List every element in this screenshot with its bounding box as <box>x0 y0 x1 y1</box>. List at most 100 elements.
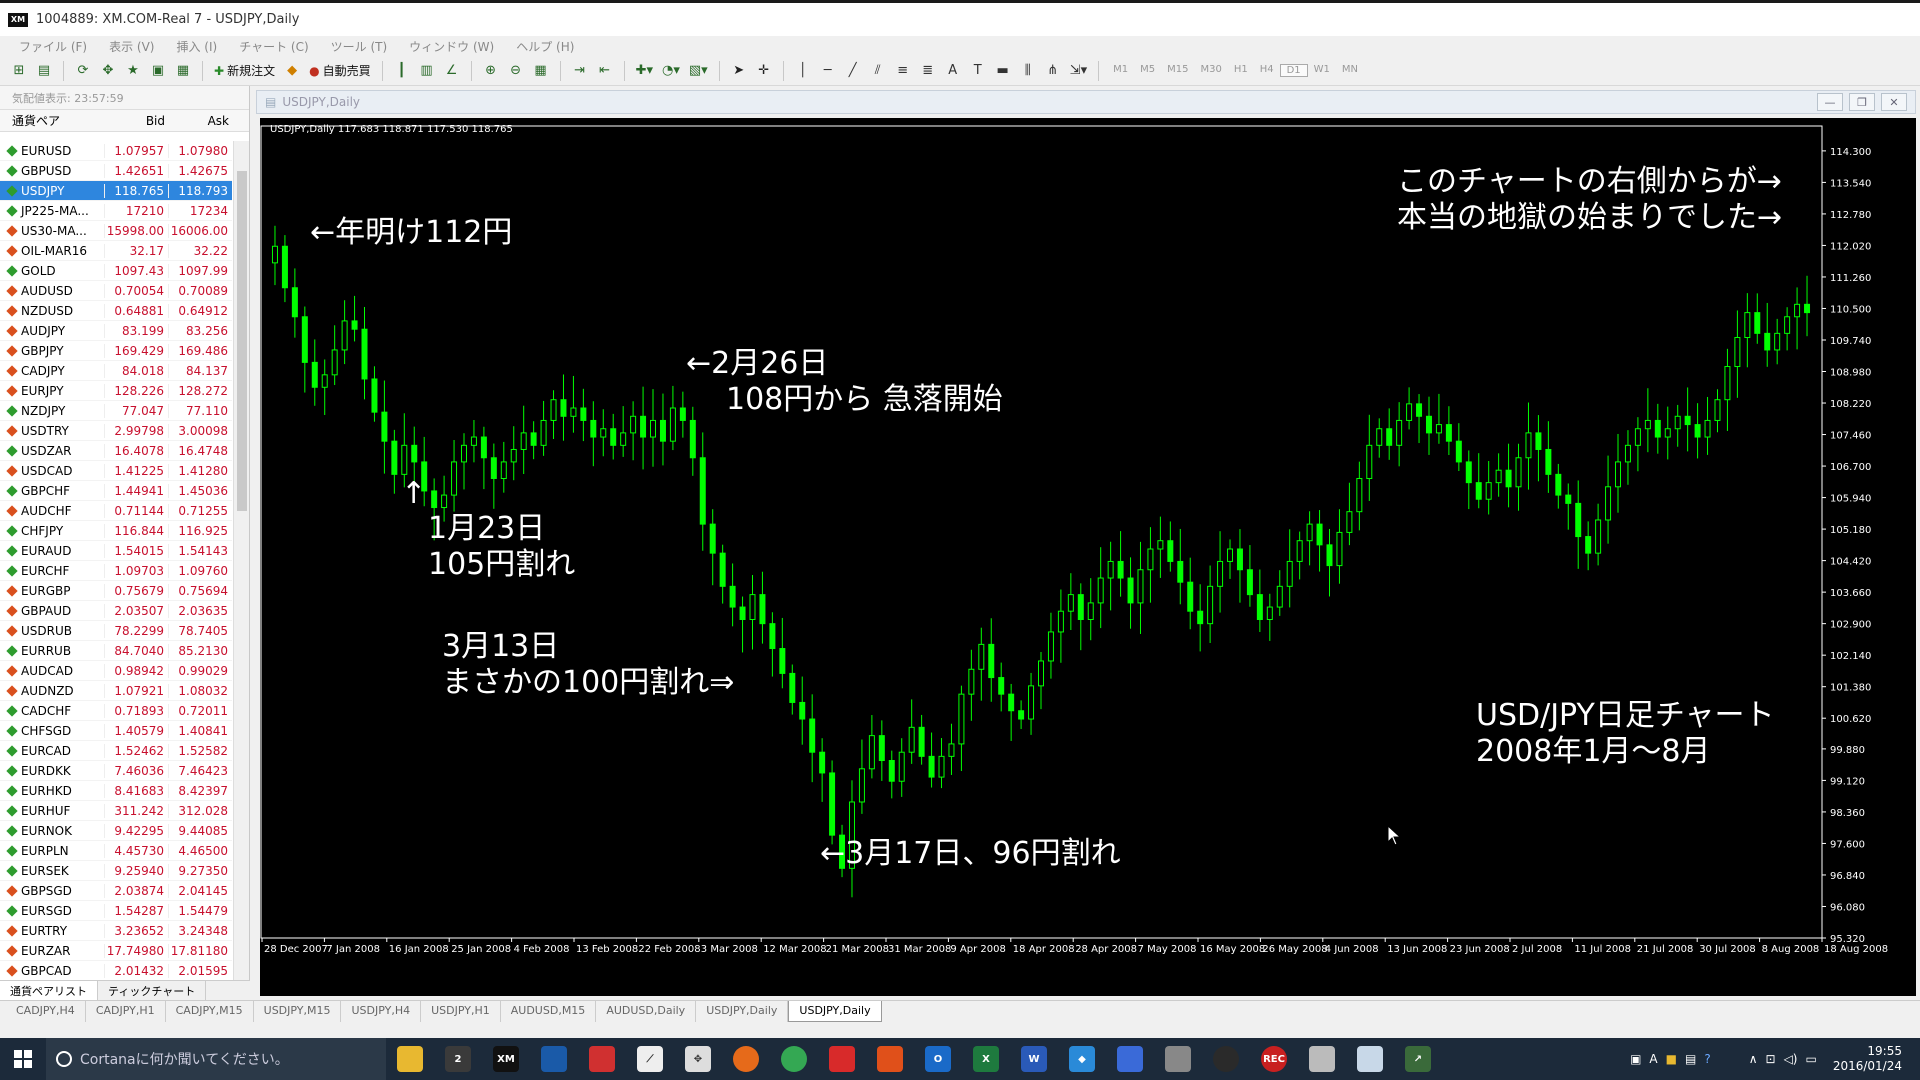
market-watch-row[interactable]: GBPUSD 1.42651 1.42675 <box>0 161 232 181</box>
taskbar-outlook[interactable]: O <box>914 1038 962 1080</box>
autoscroll-icon[interactable]: ⇥ <box>569 60 591 82</box>
tester-button[interactable]: ▦ <box>172 60 194 82</box>
templates-icon[interactable]: ▧▾ <box>686 60 711 82</box>
market-watch-row[interactable]: AUDNZD 1.07921 1.08032 <box>0 681 232 701</box>
taskbar-app-6[interactable] <box>818 1038 866 1080</box>
market-watch-row[interactable]: USDZAR 16.4078 16.4748 <box>0 441 232 461</box>
timeframe-button[interactable]: D1 <box>1279 64 1308 77</box>
text-label-icon[interactable]: T <box>967 60 989 82</box>
periods-icon[interactable]: ◔▾ <box>659 60 683 82</box>
taskbar-app-13[interactable] <box>1346 1038 1394 1080</box>
chart-tab[interactable]: AUDUSD,Daily <box>596 1001 697 1022</box>
zoom-out-icon[interactable]: ⊖ <box>505 60 527 82</box>
market-watch-row[interactable]: EURSEK 9.25940 9.27350 <box>0 861 232 881</box>
market-watch-row[interactable]: NZDJPY 77.047 77.110 <box>0 401 232 421</box>
pitchfork-icon[interactable]: ⋔ <box>1042 60 1064 82</box>
market-watch-row[interactable]: AUDJPY 83.199 83.256 <box>0 321 232 341</box>
chart-tab[interactable]: CADJPY,H1 <box>86 1001 166 1022</box>
navigator-button[interactable]: ★ <box>122 60 144 82</box>
market-watch-row[interactable]: AUDUSD 0.70054 0.70089 <box>0 281 232 301</box>
market-watch-row[interactable]: USDJPY 118.765 118.793 <box>0 181 232 201</box>
market-watch-row[interactable]: EURZAR 17.74980 17.81180 <box>0 941 232 961</box>
taskbar-word[interactable]: W <box>1010 1038 1058 1080</box>
chart-tab[interactable]: CADJPY,M15 <box>166 1001 254 1022</box>
menu-item[interactable]: ファイル (F) <box>8 38 98 55</box>
taskbar-xm[interactable]: XM <box>482 1038 530 1080</box>
market-watch-row[interactable]: GBPJPY 169.429 169.486 <box>0 341 232 361</box>
market-watch-tab[interactable]: ティックチャート <box>98 981 207 1000</box>
market-watch-row[interactable]: CADCHF 0.71893 0.72011 <box>0 701 232 721</box>
taskbar-rec[interactable]: REC <box>1250 1038 1298 1080</box>
market-watch-row[interactable]: US30-MA... 15998.00 16006.00 <box>0 221 232 241</box>
taskbar-firefox[interactable] <box>722 1038 770 1080</box>
cursor-icon[interactable]: ➤ <box>728 60 750 82</box>
market-watch-row[interactable]: EURAUD 1.54015 1.54143 <box>0 541 232 561</box>
chevron-up-icon[interactable]: ∧ <box>1749 1052 1758 1066</box>
arrows-icon[interactable]: ⇲▾ <box>1067 60 1090 82</box>
chart-tab[interactable]: USDJPY,Daily <box>696 1001 789 1022</box>
taskbar-app-14[interactable]: ↗ <box>1394 1038 1442 1080</box>
market-watch-row[interactable]: EURCAD 1.52462 1.52582 <box>0 741 232 761</box>
new-order-button[interactable]: ✚ 新規注文 <box>211 60 278 82</box>
tile-windows-icon[interactable]: ▦ <box>530 60 552 82</box>
ime-icon[interactable]: A <box>1649 1052 1657 1066</box>
timeframe-button[interactable]: M1 <box>1107 64 1134 77</box>
indicators-icon[interactable]: ✚▾ <box>633 60 656 82</box>
taskbar-app-1[interactable]: 2 <box>434 1038 482 1080</box>
bar-chart-button[interactable]: ┃ <box>391 60 413 82</box>
terminal-button[interactable]: ▣ <box>147 60 169 82</box>
line-chart-button[interactable]: ∠ <box>441 60 463 82</box>
network-icon[interactable]: ⊡ <box>1766 1052 1776 1066</box>
market-watch-row[interactable]: CHFJPY 116.844 116.925 <box>0 521 232 541</box>
fibonacci-icon[interactable]: ≡ <box>892 60 914 82</box>
tray-help-icon[interactable]: ? <box>1704 1052 1710 1066</box>
timeframe-button[interactable]: MN <box>1336 64 1364 77</box>
tray-app-icon[interactable]: ▣ <box>1630 1052 1641 1066</box>
timeframe-button[interactable]: M5 <box>1134 64 1161 77</box>
market-watch-row[interactable]: USDRUB 78.2299 78.7405 <box>0 621 232 641</box>
chart-tab[interactable]: AUDUSD,M15 <box>501 1001 597 1022</box>
market-watch-row[interactable]: EURHUF 311.242 312.028 <box>0 801 232 821</box>
taskbar-explorer[interactable] <box>386 1038 434 1080</box>
market-watch-tab[interactable]: 通貨ペアリスト <box>0 981 98 1000</box>
cortana-search-box[interactable]: Cortanaに何か聞いてください。 <box>46 1038 386 1080</box>
market-watch-row[interactable]: EURPLN 4.45730 4.46500 <box>0 841 232 861</box>
chart-tab[interactable]: CADJPY,H4 <box>6 1001 86 1022</box>
market-watch-row[interactable]: GBPCHF 1.44941 1.45036 <box>0 481 232 501</box>
taskbar-app-10[interactable] <box>1154 1038 1202 1080</box>
gann-icon[interactable]: ⫼ <box>1017 60 1039 82</box>
menu-item[interactable]: ウィンドウ (W) <box>398 38 505 55</box>
metaeditor-button[interactable]: ◆ <box>281 60 303 82</box>
market-watch-row[interactable]: GOLD 1097.43 1097.99 <box>0 261 232 281</box>
taskbar-app-8[interactable]: ◆ <box>1058 1038 1106 1080</box>
minimize-icon[interactable]: — <box>1817 93 1843 111</box>
trendline-icon[interactable]: ╱ <box>842 60 864 82</box>
taskbar-app-11[interactable] <box>1202 1038 1250 1080</box>
taskbar-app-2[interactable] <box>530 1038 578 1080</box>
market-watch-row[interactable]: EURUSD 1.07957 1.07980 <box>0 141 232 161</box>
taskbar-clock[interactable]: 19:55 2016/01/24 <box>1825 1044 1910 1074</box>
timeframe-button[interactable]: H1 <box>1228 64 1254 77</box>
fibo-fan-icon[interactable]: ≣ <box>917 60 939 82</box>
chart-tab[interactable]: USDJPY,Daily <box>788 1001 882 1022</box>
auto-trading-button[interactable]: ● 自動売買 <box>306 60 374 82</box>
taskbar-app-3[interactable] <box>578 1038 626 1080</box>
tray-network-icon[interactable]: ▤ <box>1685 1052 1696 1066</box>
profiles-button[interactable]: ▤ <box>33 60 55 82</box>
timeframe-button[interactable]: M15 <box>1161 64 1194 77</box>
horizontal-line-icon[interactable]: ─ <box>817 60 839 82</box>
maximize-icon[interactable]: ❐ <box>1849 93 1875 111</box>
market-watch-row[interactable]: CADJPY 84.018 84.137 <box>0 361 232 381</box>
zoom-in-icon[interactable]: ⊕ <box>480 60 502 82</box>
menu-item[interactable]: ツール (T) <box>320 38 399 55</box>
text-icon[interactable]: A <box>942 60 964 82</box>
market-watch-row[interactable]: EURRUB 84.7040 85.2130 <box>0 641 232 661</box>
market-watch-row[interactable]: GBPCAD 2.01432 2.01595 <box>0 961 232 981</box>
timeframe-button[interactable]: H4 <box>1254 64 1280 77</box>
volume-icon[interactable]: ◁) <box>1784 1052 1798 1066</box>
start-button[interactable] <box>0 1038 46 1080</box>
taskbar-chrome[interactable] <box>770 1038 818 1080</box>
market-watch-row[interactable]: JP225-MA... 17210 17234 <box>0 201 232 221</box>
scrollbar-thumb[interactable] <box>237 171 247 511</box>
close-icon[interactable]: ✕ <box>1881 93 1907 111</box>
